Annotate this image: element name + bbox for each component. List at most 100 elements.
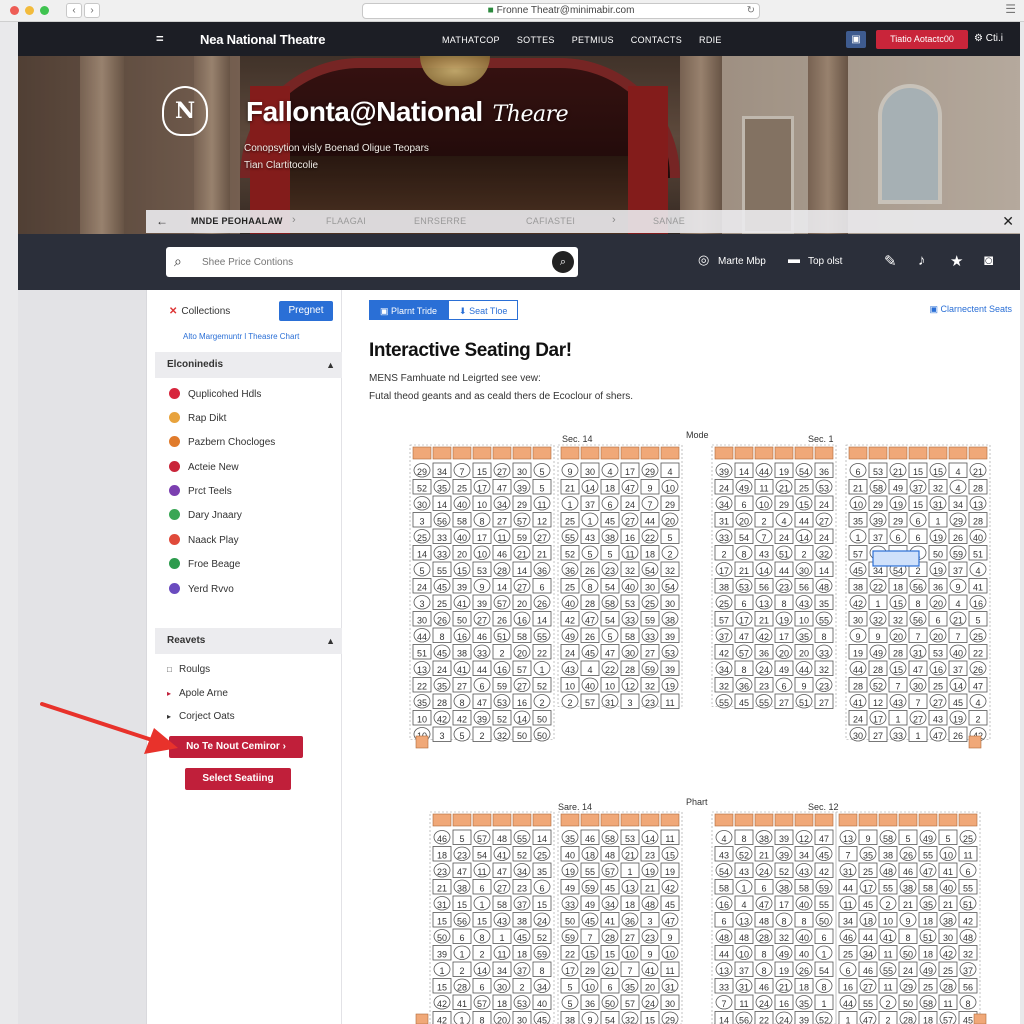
sidebar-item[interactable]: Quplicohed Hdls <box>169 388 261 400</box>
seat-number: 14 <box>537 834 547 844</box>
seat-number: 14 <box>719 1016 729 1024</box>
seat-number: 2 <box>975 715 980 725</box>
cta-button[interactable]: Tiatio Aotactc00 <box>876 30 968 49</box>
seat-number: 53 <box>625 599 635 609</box>
section-header-elconinedis[interactable]: Elconinedis ▲ <box>155 352 343 378</box>
seat-number: 45 <box>605 517 615 527</box>
back-arrow-icon[interactable]: ← <box>156 214 168 228</box>
browser-menu-icon[interactable]: ☰ <box>1005 2 1016 16</box>
seat-number: 55 <box>537 632 547 642</box>
mark-map-button[interactable]: Marte Mbp <box>718 256 766 267</box>
seat-number: 47 <box>625 484 635 494</box>
seat-number: 25 <box>719 599 729 609</box>
nav-link[interactable]: RDIE <box>699 35 722 45</box>
seat-number: 20 <box>497 1016 507 1024</box>
sidebar-item[interactable]: Froe Beage <box>169 558 240 570</box>
reload-icon[interactable]: ↻ <box>747 4 755 18</box>
row-header <box>848 446 868 460</box>
seat-number: 18 <box>923 1016 933 1024</box>
collections-label[interactable]: ✕ Collections <box>169 306 230 317</box>
sidebar-item-label: Pazbern Chocloges <box>188 437 276 448</box>
sidebar-item[interactable]: Prct Teels <box>169 485 232 497</box>
seat-number: 10 <box>665 950 675 960</box>
seat-number: 2 <box>539 698 544 708</box>
row-header <box>472 813 492 827</box>
seat-number: 14 <box>477 966 487 976</box>
seat-number: 34 <box>799 851 809 861</box>
nav-link[interactable]: CONTACTS <box>631 35 682 45</box>
theatre-chart-link[interactable]: Alto Margemuntr l Theasre Chart <box>183 332 299 341</box>
seat-number: 6 <box>607 983 612 993</box>
maximize-window-dot[interactable] <box>40 6 49 15</box>
camera-icon[interactable]: ◙ <box>984 252 993 269</box>
seat-number: 41 <box>457 665 467 675</box>
minimize-window-dot[interactable] <box>25 6 34 15</box>
seat-number: 27 <box>819 517 829 527</box>
seat-number: 30 <box>517 1016 527 1024</box>
hero-subtitle: Conopsytion visly Boenad Oligue Teopars … <box>244 140 429 174</box>
row-header <box>452 446 472 460</box>
seat-number: 17 <box>873 715 883 725</box>
calendar-icon[interactable]: ▣ <box>846 31 866 48</box>
map-icon[interactable]: ◎ <box>698 252 709 268</box>
row-header <box>620 446 640 460</box>
back-arrow-icon[interactable]: ‹ <box>66 3 82 18</box>
seat-number: 30 <box>645 583 655 593</box>
seat-number: 47 <box>863 1016 873 1024</box>
seat-number: 37 <box>963 966 973 976</box>
seat-number: 36 <box>933 583 943 593</box>
top-dist-button[interactable]: Top olst <box>808 256 842 267</box>
sidebar-item[interactable]: Rap Dikt <box>169 412 226 424</box>
site-brand[interactable]: Nea National Theatre <box>200 32 326 47</box>
seat-number: 26 <box>497 616 507 626</box>
menu-icon[interactable]: = <box>156 31 164 46</box>
nav-link[interactable]: PETMIUS <box>572 35 614 45</box>
seat-number: 10 <box>739 950 749 960</box>
breadcrumb-item[interactable]: SANAE <box>653 216 685 226</box>
row-header <box>492 813 512 827</box>
select-seating-button[interactable]: Select Seatiing <box>185 768 291 790</box>
seat-number: 47 <box>933 731 943 741</box>
section-header-reavets[interactable]: Reavets ▲ <box>155 628 343 654</box>
corner-marker <box>973 1013 987 1024</box>
row-header <box>580 446 600 460</box>
nav-link[interactable]: MATHATCOP <box>442 35 500 45</box>
search-submit-icon[interactable]: ⌕ <box>552 251 574 273</box>
close-icon[interactable]: ✕ <box>1002 213 1014 230</box>
breadcrumb-item[interactable]: FLAAGAI <box>326 216 366 226</box>
seat-number: 13 <box>843 834 853 844</box>
breadcrumb-item[interactable]: CAFIASTEI <box>526 216 575 226</box>
seat-number: 6 <box>741 599 746 609</box>
seat-number: 30 <box>585 467 595 477</box>
seat-number: 10 <box>477 550 487 560</box>
breadcrumb-item[interactable]: ENRSERRE <box>414 216 466 226</box>
seat-number: 1 <box>439 966 444 976</box>
forward-arrow-icon[interactable]: › <box>84 3 100 18</box>
star-icon[interactable]: ★ <box>950 252 963 270</box>
filter-item[interactable]: □ Roulgs <box>167 664 210 675</box>
search-input[interactable] <box>202 254 542 270</box>
seat-number: 10 <box>605 682 615 692</box>
microphone-icon[interactable]: ♪ <box>918 252 926 269</box>
close-window-dot[interactable] <box>10 6 19 15</box>
sidebar-item[interactable]: Pazbern Chocloges <box>169 436 275 448</box>
breadcrumb-item[interactable]: MNDE PEOHAALAW <box>191 216 283 226</box>
list-icon[interactable]: ▬ <box>788 252 800 266</box>
seat-number: 37 <box>953 566 963 576</box>
settings-menu[interactable]: ⚙ Cti.i <box>974 33 1003 44</box>
seat-number: 10 <box>943 851 953 861</box>
sidebar-item[interactable]: Naack Play <box>169 534 239 546</box>
wrench-icon[interactable]: ✎ <box>884 252 897 270</box>
seat-number: 56 <box>799 583 809 593</box>
seat-number: 15 <box>645 1016 655 1024</box>
seat-number: 5 <box>905 834 910 844</box>
seat-number: 49 <box>893 484 903 494</box>
sidebar-item[interactable]: Acteie New <box>169 461 239 473</box>
checkbox-icon[interactable]: □ <box>167 665 179 674</box>
sidebar-item[interactable]: Dary Jnaary <box>169 509 242 521</box>
sidebar-item[interactable]: Yerd Rvvo <box>169 583 234 595</box>
address-bar[interactable]: ■ Fronne Theatr@minimabir.com ↻ <box>362 3 760 19</box>
pregnet-button[interactable]: Pregnet <box>279 301 333 321</box>
nav-link[interactable]: SOTTES <box>517 35 555 45</box>
seat-number: 14 <box>819 566 829 576</box>
